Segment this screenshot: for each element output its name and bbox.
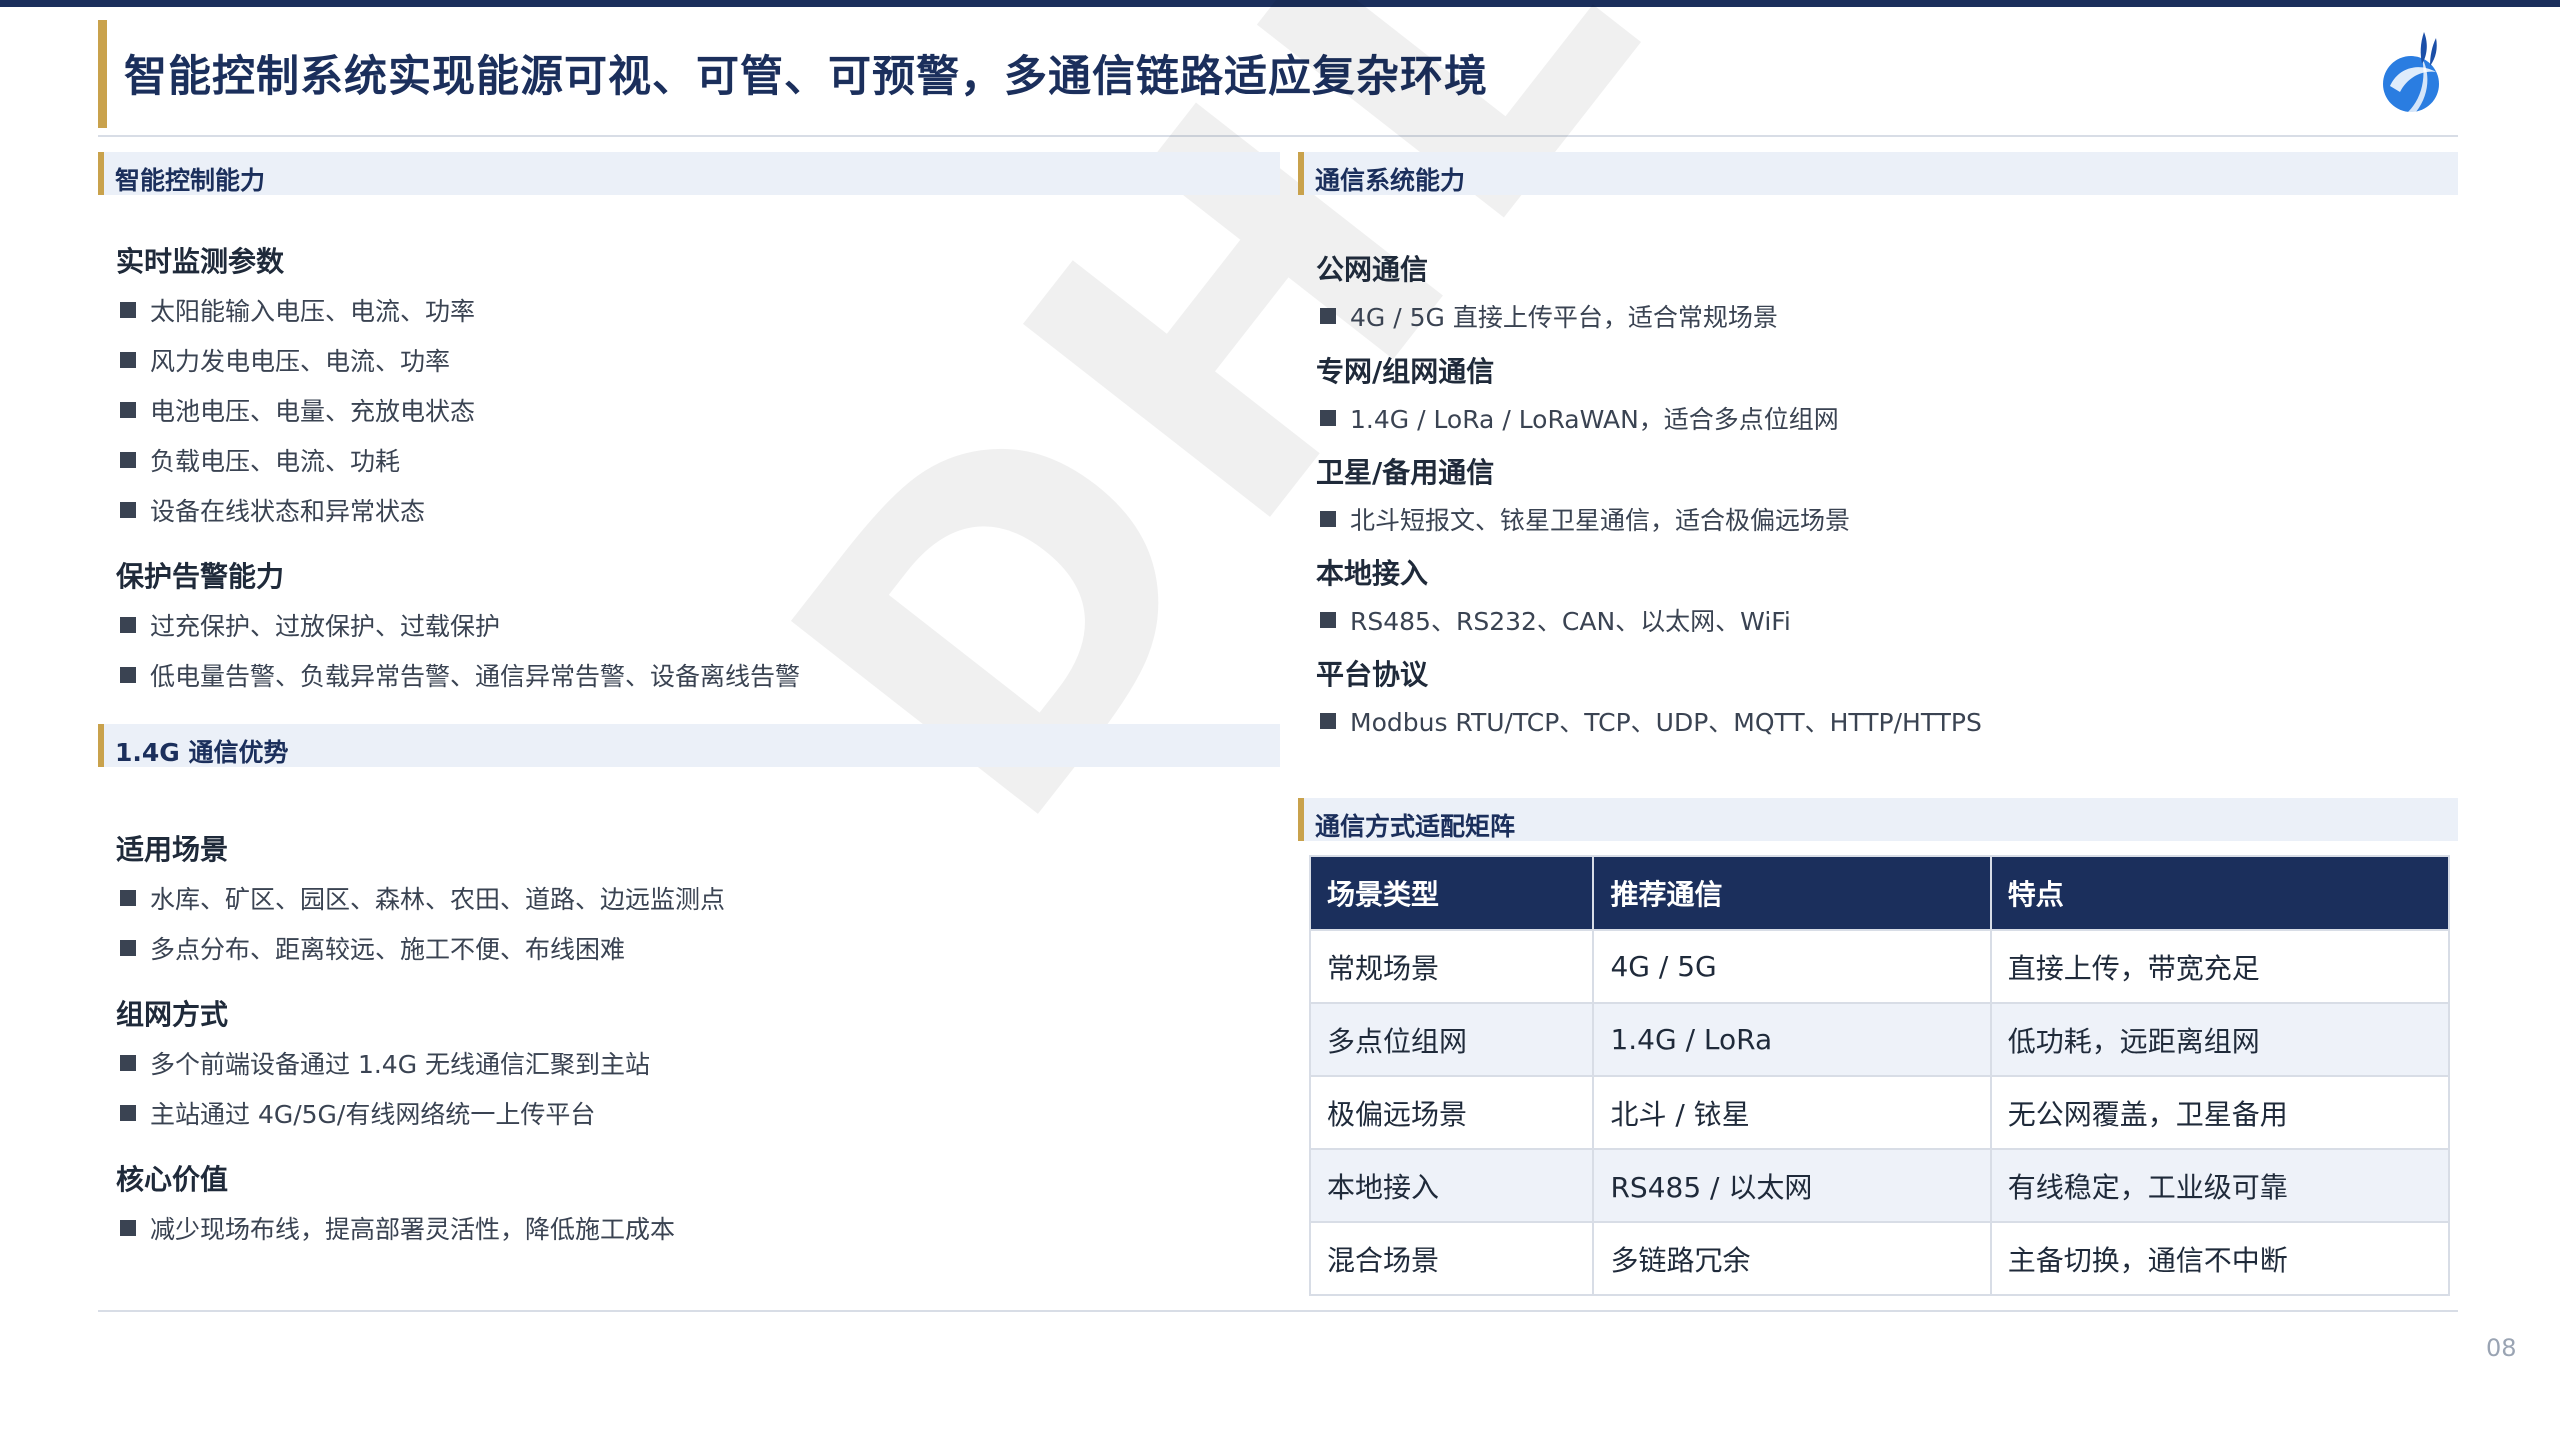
bullet-square-icon xyxy=(1320,511,1336,527)
section-accent-bar xyxy=(98,152,104,195)
brand-logo-icon xyxy=(2383,32,2439,112)
table-cell: 多链路冗余 xyxy=(1592,1221,1992,1296)
section-title: 通信方式适配矩阵 xyxy=(1315,812,1516,841)
section-matrix: 通信方式适配矩阵 xyxy=(1298,798,2458,841)
table-cell: RS485 / 以太网 xyxy=(1592,1148,1992,1223)
section-control: 智能控制能力 xyxy=(98,152,1280,195)
bullet-square-icon xyxy=(120,940,136,956)
list-item: 低电量告警、负载异常告警、通信异常告警、设备离线告警 xyxy=(120,657,800,693)
table-cell: 主备切换，通信不中断 xyxy=(1989,1221,2451,1296)
table-row: 混合场景 多链路冗余 主备切换，通信不中断 xyxy=(1308,1221,2451,1296)
group-title: 专网/组网通信 xyxy=(1316,355,1495,388)
bullet-square-icon xyxy=(120,1105,136,1121)
list-item: 减少现场布线，提高部署灵活性，降低施工成本 xyxy=(120,1210,675,1246)
page-number: 08 xyxy=(2486,1334,2517,1362)
bullet-square-icon xyxy=(120,502,136,518)
section-accent-bar xyxy=(1298,798,1304,841)
table-cell: 极偏远场景 xyxy=(1308,1075,1595,1150)
group-title: 保护告警能力 xyxy=(116,560,285,593)
group-title: 本地接入 xyxy=(1316,557,1429,590)
group-title: 实时监测参数 xyxy=(116,245,285,278)
table-cell: 北斗 / 铱星 xyxy=(1592,1075,1992,1150)
section-title: 智能控制能力 xyxy=(115,166,266,195)
group-title: 平台协议 xyxy=(1316,658,1429,691)
bullet-square-icon xyxy=(1320,308,1336,324)
list-item: 过充保护、过放保护、过载保护 xyxy=(120,607,500,643)
table-row: 本地接入 RS485 / 以太网 有线稳定，工业级可靠 xyxy=(1308,1148,2451,1223)
bullet-square-icon xyxy=(120,402,136,418)
group-title: 卫星/备用通信 xyxy=(1316,456,1495,489)
table-cell: 无公网覆盖，卫星备用 xyxy=(1989,1075,2451,1150)
section-title: 1.4G 通信优势 xyxy=(115,738,289,767)
list-item: 主站通过 4G/5G/有线网络统一上传平台 xyxy=(120,1095,595,1131)
bullet-square-icon xyxy=(120,617,136,633)
section-title: 通信系统能力 xyxy=(1315,166,1466,195)
list-item: 太阳能输入电压、电流、功率 xyxy=(120,292,475,328)
bullet-square-icon xyxy=(120,890,136,906)
group-title: 适用场景 xyxy=(116,833,229,866)
table-row: 多点位组网 1.4G / LoRa 低功耗，远距离组网 xyxy=(1308,1002,2451,1077)
table-cell: 混合场景 xyxy=(1308,1221,1595,1296)
table-cell: 常规场景 xyxy=(1308,929,1595,1004)
list-item: 多个前端设备通过 1.4G 无线通信汇聚到主站 xyxy=(120,1045,650,1081)
list-item: 水库、矿区、园区、森林、农田、道路、边远监测点 xyxy=(120,880,725,916)
table-cell: 有线稳定，工业级可靠 xyxy=(1989,1148,2451,1223)
title-accent-bar xyxy=(98,20,107,128)
table-cell: 低功耗，远距离组网 xyxy=(1989,1002,2451,1077)
list-item: Modbus RTU/TCP、TCP、UDP、MQTT、HTTP/HTTPS xyxy=(1320,703,1982,739)
column-header: 特点 xyxy=(1989,855,2451,931)
section-accent-bar xyxy=(98,724,104,767)
table-cell: 本地接入 xyxy=(1308,1148,1595,1223)
bullet-square-icon xyxy=(120,452,136,468)
bullet-square-icon xyxy=(120,667,136,683)
table-cell: 多点位组网 xyxy=(1308,1002,1595,1077)
list-item: 电池电压、电量、充放电状态 xyxy=(120,392,475,428)
bullet-square-icon xyxy=(120,302,136,318)
table-header-row: 场景类型 推荐通信 特点 xyxy=(1308,855,2451,931)
table-cell: 4G / 5G xyxy=(1592,929,1992,1004)
section-accent-bar xyxy=(1298,152,1304,195)
list-item: RS485、RS232、CAN、以太网、WiFi xyxy=(1320,602,1791,638)
bullet-square-icon xyxy=(120,352,136,368)
table-row: 极偏远场景 北斗 / 铱星 无公网覆盖，卫星备用 xyxy=(1308,1075,2451,1150)
column-header: 推荐通信 xyxy=(1592,855,1992,931)
list-item: 4G / 5G 直接上传平台，适合常规场景 xyxy=(1320,298,1778,334)
list-item: 负载电压、电流、功耗 xyxy=(120,442,400,478)
bullet-square-icon xyxy=(1320,410,1336,426)
group-title: 组网方式 xyxy=(116,998,229,1031)
list-item: 多点分布、距离较远、施工不便、布线困难 xyxy=(120,930,625,966)
list-item: 风力发电电压、电流、功率 xyxy=(120,342,450,378)
bullet-square-icon xyxy=(1320,612,1336,628)
group-title: 公网通信 xyxy=(1316,253,1429,286)
bullet-square-icon xyxy=(1320,713,1336,729)
adaptation-matrix-table: 场景类型 推荐通信 特点 常规场景 4G / 5G 直接上传，带宽充足 多点位组… xyxy=(1308,855,2451,1296)
section-comm: 通信系统能力 xyxy=(1298,152,2458,195)
list-item: 设备在线状态和异常状态 xyxy=(120,492,425,528)
bullet-square-icon xyxy=(120,1220,136,1236)
table-cell: 直接上传，带宽充足 xyxy=(1989,929,2451,1004)
table-row: 常规场景 4G / 5G 直接上传，带宽充足 xyxy=(1308,929,2451,1004)
table-cell: 1.4G / LoRa xyxy=(1592,1002,1992,1077)
footer-divider xyxy=(98,1310,2458,1312)
bullet-square-icon xyxy=(120,1055,136,1071)
column-header: 场景类型 xyxy=(1308,855,1595,931)
list-item: 1.4G / LoRa / LoRaWAN，适合多点位组网 xyxy=(1320,400,1839,436)
section-lora: 1.4G 通信优势 xyxy=(98,724,1280,767)
group-title: 核心价值 xyxy=(116,1163,229,1196)
list-item: 北斗短报文、铱星卫星通信，适合极偏远场景 xyxy=(1320,501,1850,537)
